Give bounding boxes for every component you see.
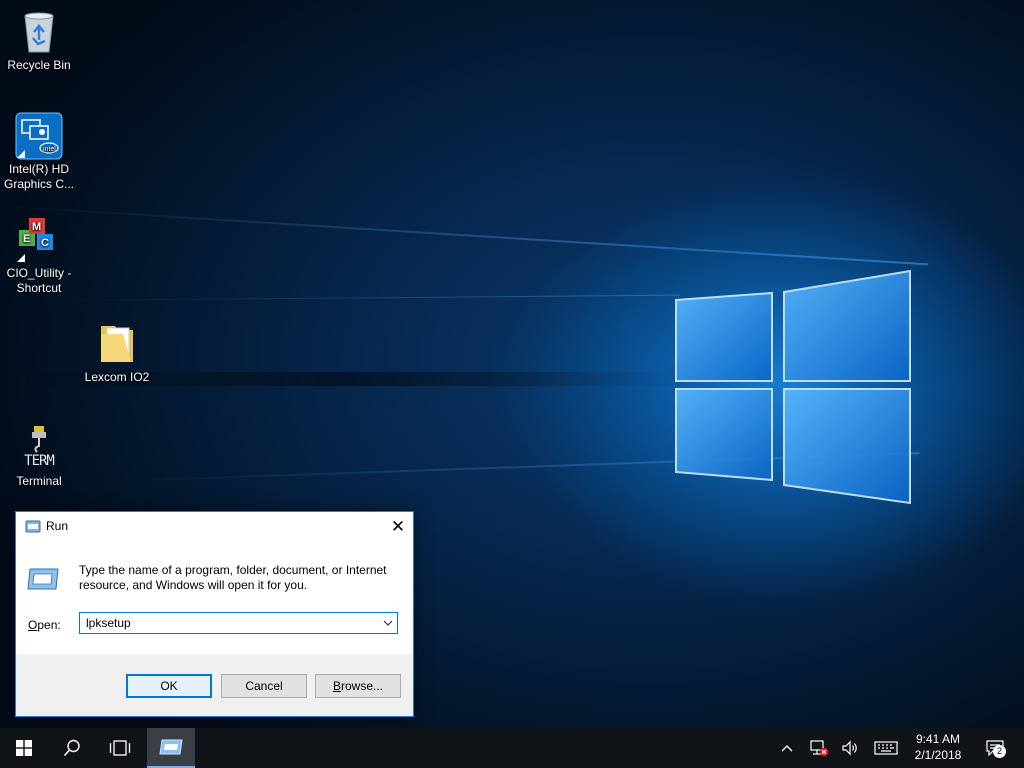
run-dialog-title: Run	[46, 519, 69, 533]
run-program-icon	[27, 568, 59, 590]
taskbar-clock[interactable]: 9:41 AM 2/1/2018	[905, 731, 971, 763]
speaker-icon	[842, 740, 857, 756]
notification-count-badge: 2	[993, 745, 1006, 758]
run-icon	[25, 520, 41, 533]
taskbar: 9:41 AM 2/1/2018 2	[0, 728, 1024, 768]
run-icon	[159, 739, 183, 755]
close-button[interactable]: ✕	[383, 512, 413, 541]
show-hidden-icons-button[interactable]	[776, 728, 798, 768]
svg-text:M: M	[32, 221, 41, 233]
search-icon	[63, 739, 80, 757]
network-tray-button[interactable]	[806, 728, 832, 768]
run-dialog-body: Type the name of a program, folder, docu…	[16, 541, 413, 654]
ok-button[interactable]: OK	[126, 674, 212, 698]
cio-utility-icon: E M C	[15, 216, 63, 264]
keyboard-icon	[874, 741, 898, 755]
run-dialog[interactable]: Run ✕ Type the name of a program, folder…	[15, 511, 414, 717]
desktop-icon-lexcom-io2[interactable]: Lexcom IO2	[79, 320, 155, 385]
browse-button[interactable]: Browse...	[315, 674, 401, 698]
recycle-bin-icon	[15, 8, 63, 56]
clock-date: 2/1/2018	[914, 748, 962, 762]
task-view-button[interactable]	[96, 728, 144, 768]
svg-text:C: C	[41, 237, 49, 249]
desktop-icon-label: Recycle Bin	[7, 58, 71, 72]
desktop-icon-recycle-bin[interactable]: Recycle Bin	[1, 8, 77, 73]
windows-start-icon	[16, 740, 32, 756]
run-dialog-titlebar[interactable]: Run ✕	[16, 512, 413, 541]
task-view-icon	[109, 740, 131, 756]
folder-icon	[93, 320, 141, 368]
chevron-down-icon[interactable]	[381, 616, 395, 630]
terminal-icon: TERM	[15, 424, 63, 472]
close-icon: ✕	[390, 517, 406, 536]
desktop-icon-cio-utility[interactable]: E M C CIO_Utility - Shortcut	[1, 216, 77, 296]
run-dialog-message: Type the name of a program, folder, docu…	[79, 563, 387, 592]
desktop-icon-label: Intel(R) HD Graphics C...	[3, 162, 75, 191]
start-button[interactable]	[0, 728, 48, 768]
chevron-up-icon	[781, 745, 793, 752]
open-label: Open:	[28, 618, 61, 632]
desktop-icon-label: Lexcom IO2	[84, 370, 150, 384]
clock-time: 9:41 AM	[915, 732, 961, 746]
touch-keyboard-button[interactable]	[870, 728, 902, 768]
open-combobox[interactable]: lpksetup	[79, 612, 398, 634]
intel-graphics-icon: intel	[15, 112, 63, 160]
search-button[interactable]	[48, 728, 96, 768]
svg-text:intel: intel	[43, 146, 56, 153]
desktop-icon-intel-hd-graphics[interactable]: intel Intel(R) HD Graphics C...	[1, 112, 77, 192]
taskbar-item-run[interactable]	[147, 728, 195, 768]
volume-tray-button[interactable]	[838, 728, 864, 768]
cancel-button[interactable]: Cancel	[221, 674, 307, 698]
terminal-icon-text: TERM	[24, 453, 55, 469]
desktop-icon-terminal[interactable]: TERM Terminal	[1, 424, 77, 489]
desktop-icon-label: CIO_Utility - Shortcut	[6, 266, 72, 295]
open-input[interactable]: lpksetup	[86, 616, 131, 630]
svg-text:E: E	[23, 233, 30, 245]
network-disconnected-icon	[810, 740, 829, 757]
desktop-icon-label: Terminal	[16, 474, 62, 488]
